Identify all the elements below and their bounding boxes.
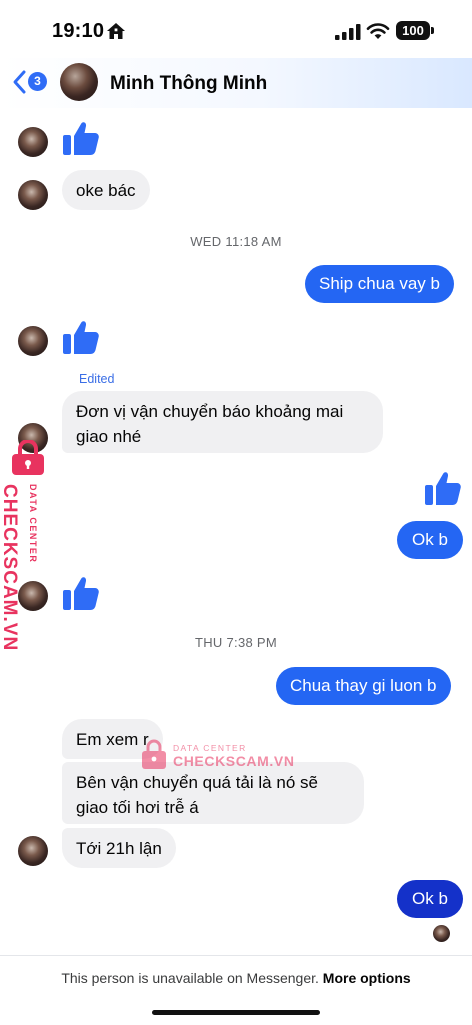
lock-icon <box>12 440 44 475</box>
message-bubble-outgoing[interactable]: Ship chua vay b <box>305 265 454 303</box>
back-chevron-icon[interactable] <box>12 69 28 95</box>
edited-label: Edited <box>79 372 115 386</box>
like-icon <box>63 122 99 155</box>
watermark-brand: CHECKSCAM.VN <box>173 753 295 769</box>
watermark-side: CHECKSCAM.VN DATA CENTER <box>0 440 56 651</box>
home-icon <box>107 23 125 39</box>
unread-count-badge[interactable]: 3 <box>28 72 47 91</box>
watermark-subtitle: DATA CENTER <box>173 743 247 753</box>
message-bubble-incoming[interactable]: Tới 21h lận <box>62 828 176 868</box>
message-bubble-outgoing[interactable]: Ok b <box>397 880 463 918</box>
avatar[interactable] <box>18 836 48 866</box>
lock-icon <box>142 739 166 769</box>
contact-name[interactable]: Minh Thông Minh <box>110 73 267 95</box>
day-divider: WED 11:18 AM <box>190 234 282 249</box>
message-bubble-outgoing[interactable]: Ok b <box>397 521 463 559</box>
watermark-subtitle: DATA CENTER <box>28 484 38 564</box>
unavailable-notice: This person is unavailable on Messenger. <box>61 970 319 986</box>
signal-icon <box>335 24 361 40</box>
avatar[interactable] <box>60 63 98 101</box>
watermark-center: DATA CENTER CHECKSCAM.VN <box>140 738 300 778</box>
day-divider: THU 7:38 PM <box>194 635 278 650</box>
like-icon <box>63 577 99 610</box>
avatar[interactable] <box>18 127 48 157</box>
home-indicator <box>152 1010 320 1015</box>
status-bar: 19:10 100 <box>0 0 472 58</box>
footer-text: This person is unavailable on Messenger.… <box>0 970 472 986</box>
battery-icon: 100 <box>396 21 430 40</box>
like-icon <box>63 321 99 354</box>
read-receipt-avatar <box>433 925 450 942</box>
chat-header: 3 Minh Thông Minh <box>0 58 472 108</box>
wifi-icon <box>366 23 390 39</box>
more-options-link[interactable]: More options <box>323 970 411 986</box>
status-time: 19:10 <box>52 20 105 42</box>
battery-tip <box>431 27 434 34</box>
message-bubble-incoming[interactable]: Đơn vị vận chuyển báo khoảng mai giao nh… <box>62 391 383 453</box>
watermark-brand: CHECKSCAM.VN <box>0 484 20 652</box>
avatar[interactable] <box>18 180 48 210</box>
avatar[interactable] <box>18 326 48 356</box>
message-bubble-incoming[interactable]: oke bác <box>62 170 150 210</box>
like-icon <box>425 472 461 505</box>
message-bubble-outgoing[interactable]: Chua thay gi luon b <box>276 667 451 705</box>
